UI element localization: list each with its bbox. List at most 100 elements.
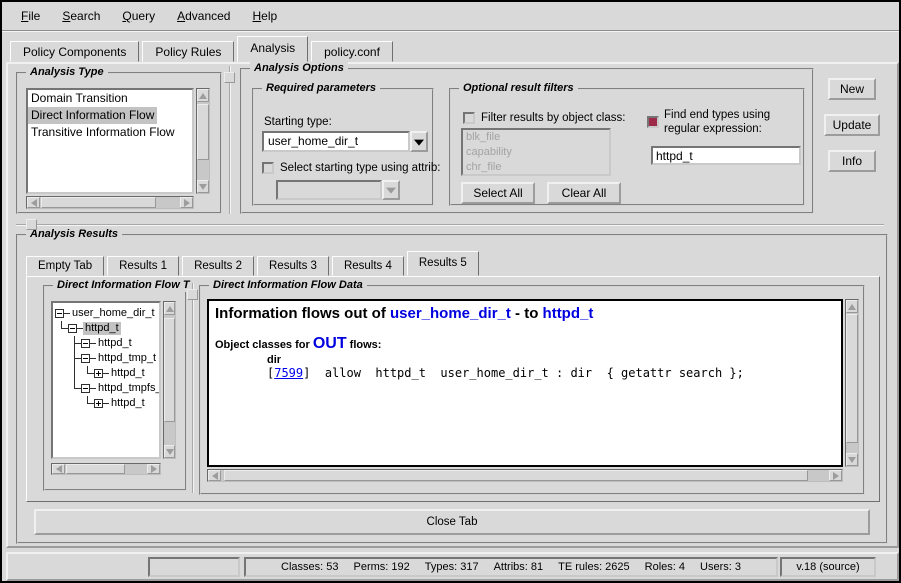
regex-checkbox-label[interactable]: Find end types using regular expression: — [664, 108, 800, 136]
scrollbar-track[interactable] — [164, 315, 175, 445]
scrollbar-thumb[interactable] — [164, 318, 175, 422]
collapse-box-icon[interactable] — [81, 339, 90, 348]
attrib-checkbox[interactable] — [262, 162, 274, 174]
scrollbar-thumb[interactable] — [41, 197, 156, 208]
scroll-down-button[interactable] — [197, 180, 209, 193]
results-tab[interactable]: Results 4 — [332, 256, 404, 276]
filter-object-class-label[interactable]: Filter results by object class: — [481, 112, 625, 124]
scroll-right-button[interactable] — [180, 197, 193, 208]
flow-data-text[interactable]: Information flows out of user_home_dir_t… — [207, 299, 843, 467]
collapse-box-icon[interactable] — [68, 324, 77, 333]
data-vscrollbar[interactable] — [845, 299, 859, 467]
analysis-type-vscrollbar[interactable] — [196, 88, 210, 194]
policy-stat: Classes: 53 — [281, 561, 338, 573]
starting-type-combobox[interactable]: user_home_dir_t — [262, 131, 428, 152]
sash-handle[interactable] — [224, 72, 235, 83]
tree-node[interactable]: httpd_t — [55, 336, 159, 351]
scrollbar-track[interactable] — [846, 313, 858, 453]
analysis-type-item[interactable]: Domain Transition — [28, 90, 131, 107]
menu-item[interactable]: Search — [51, 5, 111, 27]
main-tab[interactable]: Analysis — [237, 36, 308, 62]
tree-node-label[interactable]: httpd_t — [83, 322, 121, 335]
menu-item[interactable]: Query — [111, 5, 166, 27]
expand-box-icon[interactable] — [94, 369, 103, 378]
scrollbar-thumb[interactable] — [224, 470, 808, 481]
filter-object-class-checkbox[interactable] — [463, 112, 475, 124]
scrollbar-track[interactable] — [65, 464, 147, 474]
data-hscrollbar[interactable] — [207, 469, 843, 482]
analysis-type-item[interactable]: Direct Information Flow — [28, 107, 157, 124]
analysis-type-item[interactable]: Transitive Information Flow — [28, 124, 178, 141]
main-tab[interactable]: policy.conf — [311, 41, 393, 62]
scrollbar-thumb[interactable] — [66, 464, 125, 474]
menu-item-label: ile — [28, 9, 40, 23]
main-tab[interactable]: Policy Rules — [142, 41, 234, 62]
scrollbar-track[interactable] — [221, 470, 829, 481]
scroll-down-button[interactable] — [164, 445, 175, 458]
main-tab[interactable]: Policy Components — [10, 41, 139, 62]
results-tab[interactable]: Results 2 — [182, 256, 254, 276]
flow-tree[interactable]: user_home_dir_t httpd_t httpd_t httpd_tmp_t… — [51, 301, 161, 459]
scroll-up-button[interactable] — [846, 300, 858, 313]
tree-node-label[interactable]: httpd_t — [109, 367, 147, 380]
tree-node[interactable]: httpd_t — [55, 396, 159, 411]
results-tab[interactable]: Empty Tab — [26, 256, 104, 276]
tree-vscrollbar[interactable] — [163, 301, 176, 459]
results-tab[interactable]: Results 1 — [107, 256, 179, 276]
regex-input[interactable] — [651, 146, 801, 165]
results-sash-vertical[interactable] — [192, 283, 194, 493]
tree-node[interactable]: httpd_tmp_t — [55, 351, 159, 366]
scroll-up-button[interactable] — [197, 89, 209, 102]
tree-node-label[interactable]: httpd_t — [96, 337, 134, 350]
sash-handle[interactable] — [26, 219, 37, 230]
combobox-dropdown-button[interactable] — [410, 131, 428, 152]
menu-item[interactable]: File — [10, 5, 51, 27]
paned-sash-vertical[interactable] — [229, 66, 231, 214]
policy-stat: Perms: 192 — [354, 561, 410, 573]
scroll-down-button[interactable] — [846, 453, 858, 466]
attrib-checkbox-label[interactable]: Select starting type using attrib: — [280, 162, 440, 174]
tree-node-label[interactable]: httpd_tmp_t — [96, 352, 158, 365]
menu-item-label: earch — [70, 9, 100, 23]
update-button[interactable]: Update — [824, 114, 880, 136]
analysis-type-hscrollbar[interactable] — [26, 196, 194, 209]
scrollbar-thumb[interactable] — [846, 314, 858, 443]
tree-node-label[interactable]: httpd_t — [109, 397, 147, 410]
analysis-type-list[interactable]: Domain Transition Direct Information Flo… — [26, 88, 194, 194]
tree-node-label[interactable]: user_home_dir_t — [70, 307, 157, 320]
expand-box-icon[interactable] — [94, 399, 103, 408]
scroll-left-button[interactable] — [208, 470, 221, 481]
regex-checkbox[interactable] — [647, 116, 659, 128]
tree-node[interactable]: httpd_tmpfs_t — [55, 381, 159, 396]
tree-node[interactable]: httpd_t — [55, 366, 159, 381]
clear-all-button[interactable]: Clear All — [547, 182, 621, 204]
scroll-right-button[interactable] — [829, 470, 842, 481]
scrollbar-track[interactable] — [197, 102, 209, 180]
menu-item[interactable]: Advanced — [166, 5, 241, 27]
collapse-box-icon[interactable] — [81, 384, 90, 393]
menu-item[interactable]: Help — [241, 5, 288, 27]
results-tab[interactable]: Results 3 — [257, 256, 329, 276]
scroll-left-button[interactable] — [52, 464, 65, 474]
tree-hscrollbar[interactable] — [51, 463, 161, 475]
collapse-box-icon[interactable] — [81, 354, 90, 363]
tree-node[interactable]: httpd_t — [55, 321, 159, 336]
scroll-right-button[interactable] — [147, 464, 160, 474]
scroll-up-button[interactable] — [164, 302, 175, 315]
scrollbar-track[interactable] — [40, 197, 180, 208]
close-tab-button[interactable]: Close Tab — [34, 509, 870, 535]
flow-heading-prefix: Information flows out of — [215, 305, 390, 322]
collapse-box-icon[interactable] — [55, 309, 64, 318]
results-tab[interactable]: Results 5 — [407, 251, 479, 276]
info-button[interactable]: Info — [828, 150, 876, 172]
starting-type-value[interactable]: user_home_dir_t — [262, 131, 410, 152]
paned-sash-horizontal[interactable] — [16, 224, 884, 226]
rule-id-link[interactable]: 7599 — [274, 366, 303, 380]
scrollbar-thumb[interactable] — [197, 104, 209, 160]
new-button[interactable]: New — [828, 78, 876, 100]
tree-node[interactable]: user_home_dir_t — [55, 306, 159, 321]
tree-node-label[interactable]: httpd_tmpfs_t — [96, 382, 161, 395]
sash-handle[interactable] — [187, 289, 198, 300]
select-all-button[interactable]: Select All — [461, 182, 535, 204]
scroll-left-button[interactable] — [27, 197, 40, 208]
